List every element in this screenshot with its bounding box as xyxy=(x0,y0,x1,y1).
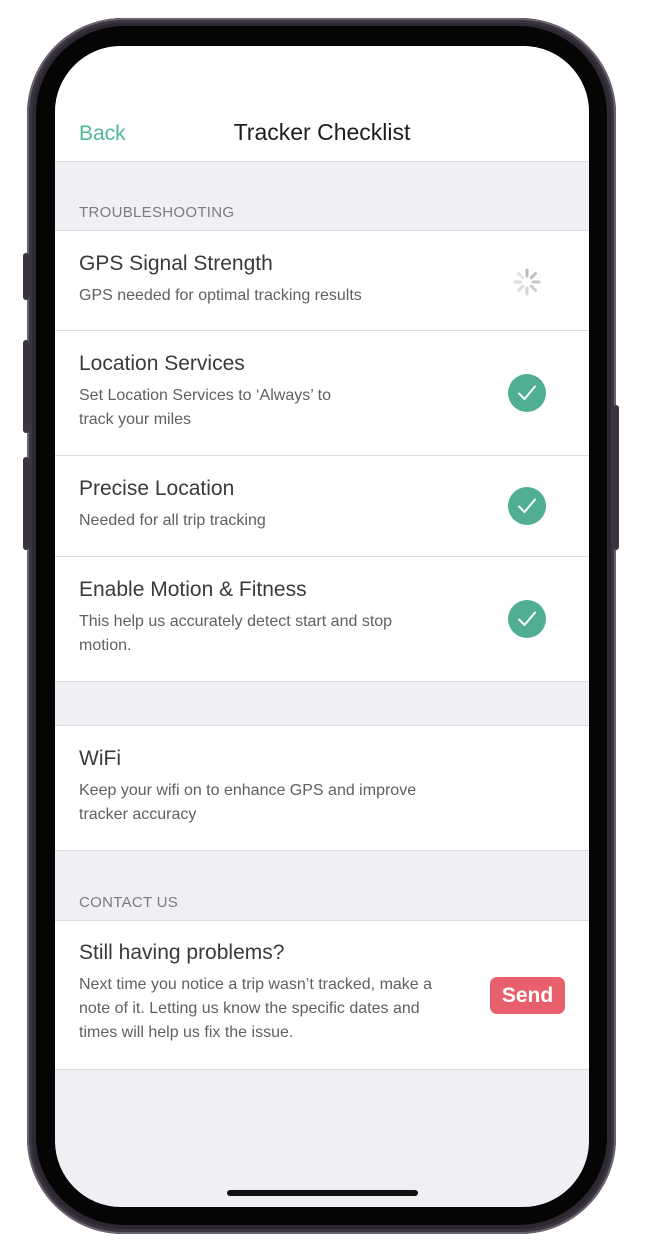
checkmark-icon xyxy=(508,374,546,412)
loading-spinner-icon xyxy=(513,268,541,296)
screen: Back Tracker Checklist TROUBLESHOOTING G… xyxy=(55,46,589,1207)
row-subtitle: Set Location Services to ‘Always’ to tra… xyxy=(79,387,331,428)
row-subtitle: Keep your wifi on to enhance GPS and imp… xyxy=(79,782,417,823)
list-item-location-services[interactable]: Location Services Set Location Services … xyxy=(55,331,589,456)
troubleshooting-header: TROUBLESHOOTING xyxy=(79,204,235,221)
list-item-wifi[interactable]: WiFi Keep your wifi on to enhance GPS an… xyxy=(55,726,589,850)
power-button xyxy=(613,405,619,550)
navigation-bar: Back Tracker Checklist xyxy=(55,46,589,162)
row-title: Location Services xyxy=(79,352,245,375)
row-subtitle: This help us accurately detect start and… xyxy=(79,613,393,654)
list-item-gps-signal[interactable]: GPS Signal Strength GPS needed for optim… xyxy=(55,231,589,331)
row-title: Precise Location xyxy=(79,477,235,500)
contact-header: CONTACT US xyxy=(79,894,179,911)
checkmark-icon xyxy=(508,600,546,638)
troubleshooting-group: GPS Signal Strength GPS needed for optim… xyxy=(55,230,589,682)
volume-up-button xyxy=(23,340,29,433)
checkmark-icon xyxy=(508,487,546,525)
list-item-motion-fitness[interactable]: Enable Motion & Fitness This help us acc… xyxy=(55,557,589,681)
row-title: Still having problems? xyxy=(79,941,285,964)
home-indicator[interactable] xyxy=(227,1190,418,1196)
row-subtitle: Needed for all trip tracking xyxy=(79,512,266,529)
volume-down-button xyxy=(23,457,29,550)
list-item-precise-location[interactable]: Precise Location Needed for all trip tra… xyxy=(55,456,589,557)
wifi-group: WiFi Keep your wifi on to enhance GPS an… xyxy=(55,725,589,851)
contact-group: Still having problems? Next time you not… xyxy=(55,920,589,1070)
send-button[interactable]: Send xyxy=(490,977,565,1014)
row-title: GPS Signal Strength xyxy=(79,252,273,275)
row-title: Enable Motion & Fitness xyxy=(79,578,307,601)
row-title: WiFi xyxy=(79,747,121,770)
page-title: Tracker Checklist xyxy=(233,119,411,145)
row-subtitle: GPS needed for optimal tracking results xyxy=(79,287,362,304)
list-item-contact: Still having problems? Next time you not… xyxy=(55,921,589,1069)
row-subtitle: Next time you notice a trip wasn’t track… xyxy=(79,976,433,1041)
mute-switch xyxy=(23,253,29,300)
